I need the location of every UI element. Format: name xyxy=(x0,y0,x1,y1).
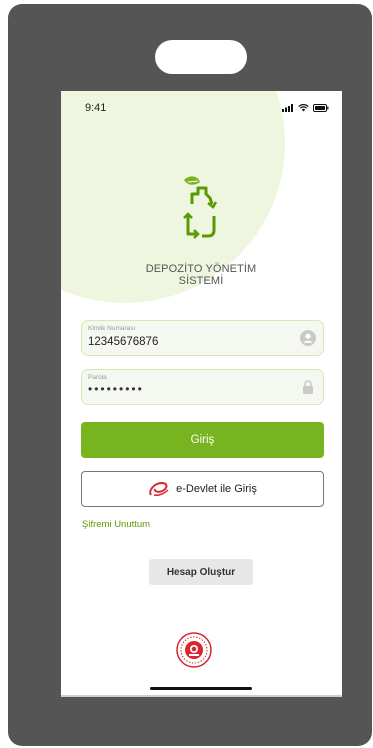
app-name-line1: DEPOZİTO YÖNETİM xyxy=(145,263,257,275)
app-name-line2: SİSTEMİ xyxy=(178,275,224,287)
status-icons xyxy=(282,104,329,112)
battery-icon xyxy=(313,104,329,112)
lock-icon xyxy=(303,380,313,394)
device-notch xyxy=(155,40,247,74)
edevlet-label: e-Devlet ile Giriş xyxy=(176,483,257,495)
password-value: ••••••••• xyxy=(88,382,144,396)
password-label: Parola xyxy=(88,374,107,381)
id-number-field[interactable]: Kimlik Numarası 12345676876 xyxy=(81,320,324,356)
id-number-value: 12345676876 xyxy=(88,336,159,348)
device-frame: 9:41 DEPOZİTO YÖNETİM SİSTEMİ Kimlik Num… xyxy=(8,4,372,746)
password-field[interactable]: Parola ••••••••• xyxy=(81,369,324,405)
signal-icon xyxy=(282,104,293,112)
government-emblem xyxy=(176,632,212,668)
phone-screen: 9:41 DEPOZİTO YÖNETİM SİSTEMİ Kimlik Num… xyxy=(61,91,342,697)
edevlet-logo xyxy=(149,481,169,496)
forgot-password-link[interactable]: Şifremi Unuttum xyxy=(82,519,150,530)
app-logo xyxy=(183,176,218,239)
status-time: 9:41 xyxy=(85,102,107,114)
create-account-button[interactable]: Hesap Oluştur xyxy=(149,559,253,585)
user-icon xyxy=(300,330,316,346)
screen-bottom-line xyxy=(61,695,342,697)
wifi-icon xyxy=(298,104,309,112)
edevlet-login-button[interactable]: e-Devlet ile Giriş xyxy=(81,471,324,507)
app-name: DEPOZİTO YÖNETİM SİSTEMİ xyxy=(101,263,301,287)
id-number-label: Kimlik Numarası xyxy=(88,325,136,332)
home-indicator xyxy=(150,687,252,690)
status-bar: 9:41 xyxy=(61,91,342,127)
login-button[interactable]: Giriş xyxy=(81,422,324,458)
